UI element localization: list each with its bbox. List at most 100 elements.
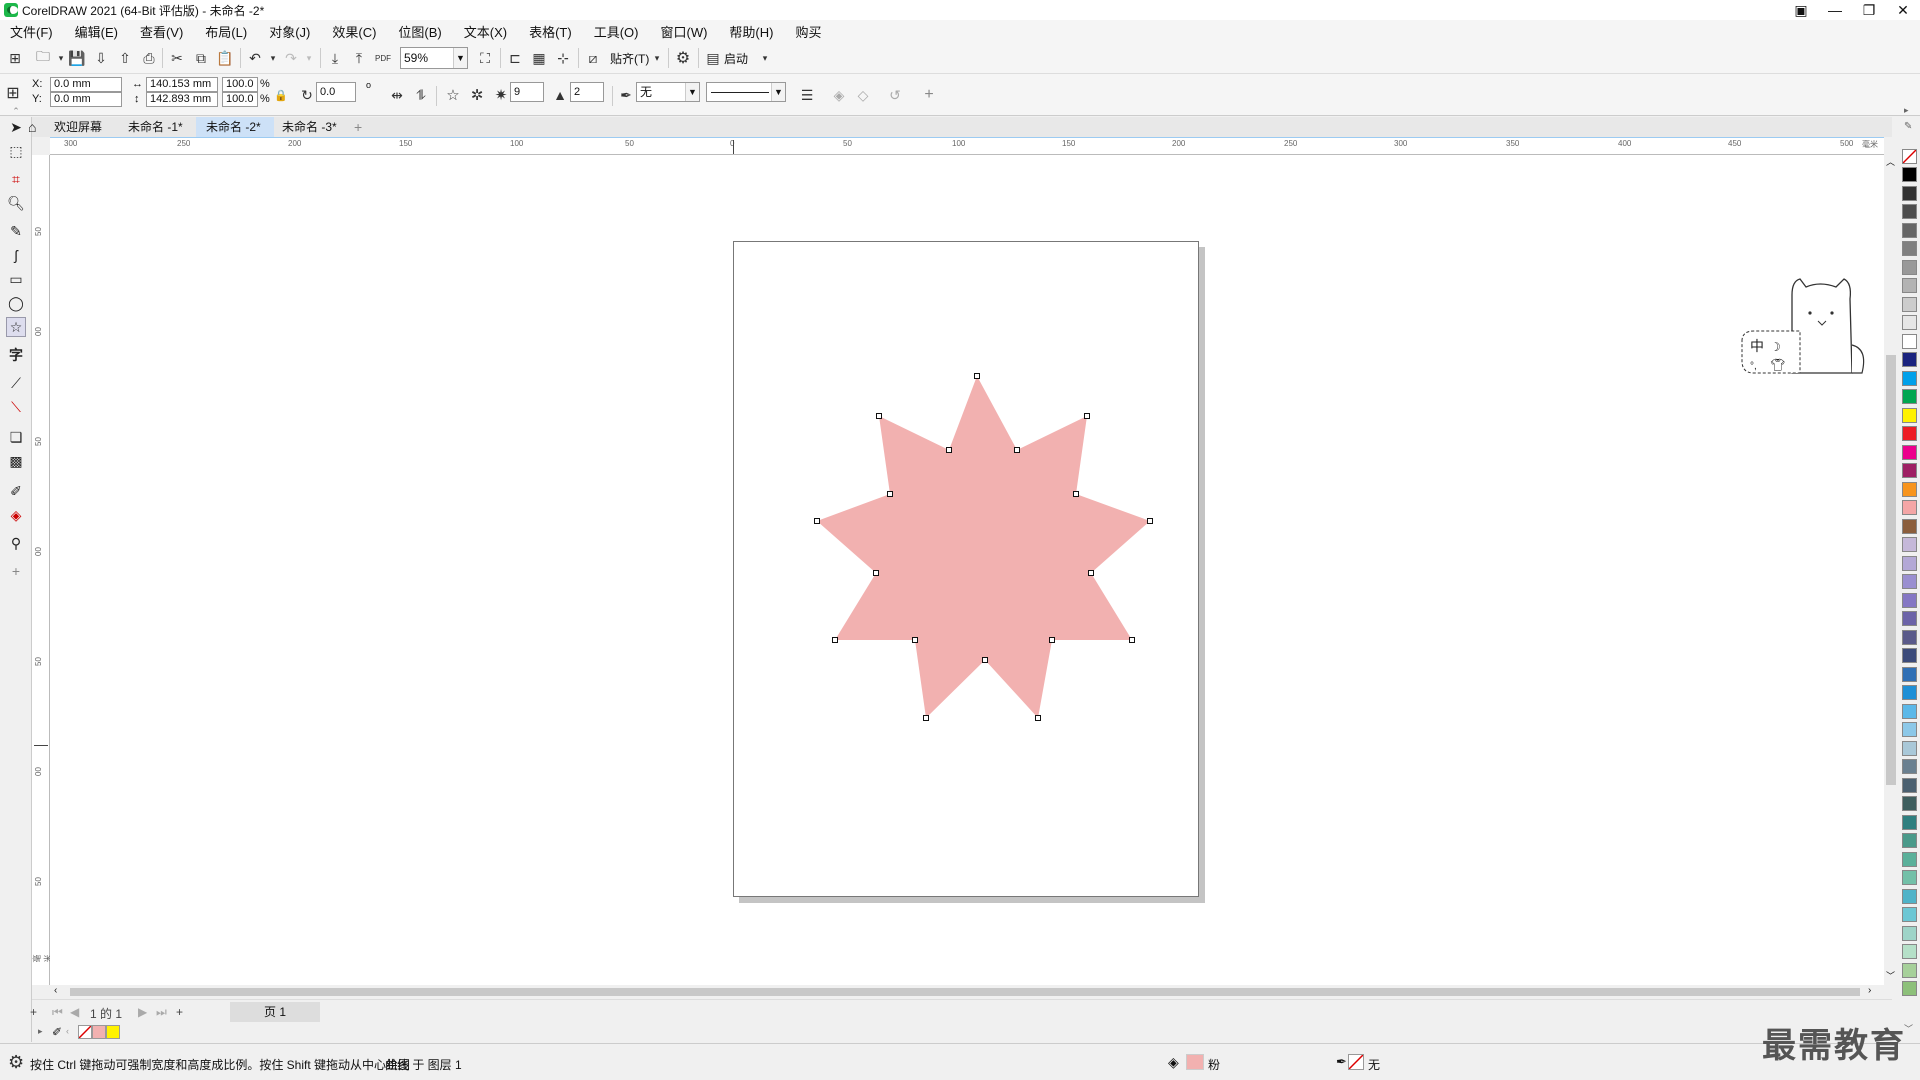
chevron-down-icon[interactable]: ▼ bbox=[771, 83, 785, 101]
palette-pen-icon[interactable]: ✎ bbox=[1904, 121, 1912, 132]
to-back-icon[interactable]: ◇ bbox=[854, 86, 872, 104]
close-button[interactable]: ✕ bbox=[1886, 0, 1920, 20]
horizontal-ruler[interactable]: 300 250 200 150 100 50 0 50 100 150 200 … bbox=[50, 137, 1884, 155]
palette-swatch[interactable] bbox=[1902, 740, 1917, 756]
tab-untitled-3[interactable]: 未命名 -3* bbox=[272, 117, 352, 137]
publish-pdf-icon[interactable]: PDF bbox=[374, 49, 392, 67]
palette-swatch[interactable] bbox=[1902, 629, 1917, 645]
undo-dropdown-icon[interactable]: ▾ bbox=[264, 49, 282, 67]
connector-tool-icon[interactable]: ⟍ bbox=[6, 397, 26, 417]
redo-icon[interactable]: ↷ bbox=[282, 49, 300, 67]
palette-scroll-up-icon[interactable]: ▸ bbox=[1904, 105, 1909, 116]
text-tool-icon[interactable]: 字 bbox=[6, 345, 26, 365]
complex-star-icon[interactable]: ✲ bbox=[468, 86, 486, 104]
tab-untitled-1[interactable]: 未命名 -1* bbox=[118, 117, 198, 137]
palette-swatch[interactable] bbox=[1902, 481, 1917, 497]
palette-swatch[interactable] bbox=[1902, 555, 1917, 571]
wrap-text-icon[interactable]: ☰ bbox=[798, 86, 816, 104]
menu-text[interactable]: 文本(X) bbox=[464, 22, 507, 41]
eyedropper-icon[interactable]: ✐ bbox=[6, 481, 26, 501]
palette-swatch[interactable] bbox=[1902, 204, 1917, 219]
palette-swatch[interactable] bbox=[1902, 666, 1917, 682]
launch-icon[interactable]: ▤ bbox=[704, 49, 722, 67]
print-icon[interactable]: ⎙ bbox=[140, 49, 158, 67]
star-shape-icon[interactable]: ☆ bbox=[444, 86, 462, 104]
palette-swatch[interactable] bbox=[1902, 426, 1917, 441]
show-grid-icon[interactable]: ▦ bbox=[530, 49, 548, 67]
paste-icon[interactable]: 📋 bbox=[216, 49, 234, 67]
palette-swatch[interactable] bbox=[1902, 389, 1917, 404]
open-folder-icon[interactable]: 🗀 bbox=[34, 48, 52, 67]
home-icon[interactable]: ⌂ bbox=[28, 119, 36, 135]
scroll-left-icon[interactable]: ‹ bbox=[54, 985, 57, 996]
scale-height-field[interactable]: 100.0 bbox=[222, 92, 258, 107]
palette-swatch[interactable] bbox=[1902, 370, 1917, 386]
palette-swatch[interactable] bbox=[1902, 500, 1917, 515]
palette-swatch[interactable] bbox=[1902, 685, 1917, 700]
palette-swatch[interactable] bbox=[1902, 259, 1917, 275]
palette-swatch[interactable] bbox=[1902, 759, 1917, 774]
no-color-swatch[interactable] bbox=[78, 1025, 92, 1039]
smart-fill-icon[interactable]: ⚲ bbox=[6, 533, 26, 553]
menu-edit[interactable]: 编辑(E) bbox=[75, 22, 118, 41]
rotation-angle-field[interactable]: 0.0 bbox=[316, 82, 356, 102]
freehand-tool-icon[interactable]: ✎ bbox=[6, 221, 26, 241]
cloud-download-icon[interactable]: ⇩ bbox=[92, 49, 110, 67]
menu-tools[interactable]: 工具(O) bbox=[594, 22, 639, 41]
horizontal-scrollbar[interactable]: ‹ › bbox=[50, 985, 1884, 999]
palette-swatch[interactable] bbox=[1902, 167, 1917, 182]
palette-swatch[interactable] bbox=[1902, 185, 1917, 201]
palette-swatch[interactable] bbox=[1902, 777, 1917, 793]
palette-swatch[interactable] bbox=[1902, 537, 1917, 552]
palette-left-icon[interactable]: ‹ bbox=[66, 1026, 69, 1036]
scale-width-field[interactable]: 100.0 bbox=[222, 77, 258, 92]
palette-swatch[interactable] bbox=[1902, 981, 1917, 996]
export-icon[interactable]: ⤒ bbox=[350, 49, 368, 67]
launch-dropdown[interactable]: 启动 bbox=[724, 50, 748, 67]
redo-dropdown-icon[interactable]: ▾ bbox=[300, 49, 318, 67]
tray-icon[interactable]: ▣ bbox=[1784, 0, 1818, 20]
horizontal-scroll-thumb[interactable] bbox=[70, 988, 1860, 996]
full-screen-icon[interactable]: ⛶ bbox=[476, 49, 494, 67]
add-tool-icon[interactable]: + bbox=[6, 561, 26, 581]
undo-icon[interactable]: ↶ bbox=[246, 49, 264, 67]
cut-icon[interactable]: ✂ bbox=[168, 49, 186, 67]
width-field[interactable]: 140.153 mm bbox=[146, 77, 218, 92]
fill-bucket-icon[interactable]: ◈ bbox=[1168, 1054, 1179, 1071]
rectangle-tool-icon[interactable]: ▭ bbox=[6, 269, 26, 289]
tab-untitled-2[interactable]: 未命名 -2* bbox=[196, 117, 274, 137]
new-document-icon[interactable]: ⊞ bbox=[6, 49, 24, 67]
height-field[interactable]: 142.893 mm bbox=[146, 92, 218, 107]
fill-color-indicator[interactable] bbox=[1186, 1054, 1204, 1070]
menu-file[interactable]: 文件(F) bbox=[10, 22, 53, 41]
copy-icon[interactable]: ⧉ bbox=[192, 49, 210, 67]
convert-curves-icon[interactable]: ↺ bbox=[886, 86, 904, 104]
star-shape[interactable] bbox=[50, 155, 1884, 985]
sharpness-field[interactable]: 2 bbox=[570, 82, 604, 102]
pick-tool-icon[interactable]: ➤ bbox=[6, 117, 26, 137]
palette-swatch[interactable] bbox=[1902, 722, 1917, 737]
palette-swatch[interactable] bbox=[1902, 407, 1917, 423]
menu-layout[interactable]: 布局(L) bbox=[205, 22, 247, 41]
palette-swatch[interactable] bbox=[1902, 444, 1917, 460]
settings-gear-icon[interactable]: ⚙ bbox=[8, 1052, 24, 1073]
page-tab-1[interactable]: 页 1 bbox=[230, 1002, 320, 1022]
add-tab-icon[interactable]: + bbox=[354, 119, 362, 135]
sharpness-icon[interactable]: ▲ bbox=[551, 86, 569, 104]
x-position-field[interactable]: 0.0 mm bbox=[50, 77, 122, 92]
add-page-after-icon[interactable]: + bbox=[176, 1005, 183, 1019]
palette-swatch[interactable] bbox=[1902, 851, 1917, 867]
palette-swatch[interactable] bbox=[1902, 648, 1917, 663]
mirror-vertical-icon[interactable]: ⥮ bbox=[412, 86, 430, 104]
menu-buy[interactable]: 购买 bbox=[795, 22, 821, 41]
scroll-down-icon[interactable]: ﹀ bbox=[1886, 969, 1895, 982]
show-guidelines-icon[interactable]: ⊹ bbox=[554, 49, 572, 67]
crop-tool-icon[interactable]: ⌗ bbox=[6, 169, 26, 189]
vertical-scroll-thumb[interactable] bbox=[1886, 355, 1896, 785]
no-fill-swatch[interactable] bbox=[1902, 149, 1917, 164]
ime-cat-widget[interactable]: 中 ☽ °, 👕︎ bbox=[1740, 275, 1872, 385]
palette-swatch[interactable] bbox=[1902, 296, 1917, 312]
first-page-icon[interactable]: ⏮ bbox=[52, 1005, 63, 1020]
palette-swatch[interactable] bbox=[1902, 962, 1917, 978]
ellipse-tool-icon[interactable]: ◯ bbox=[6, 293, 26, 313]
